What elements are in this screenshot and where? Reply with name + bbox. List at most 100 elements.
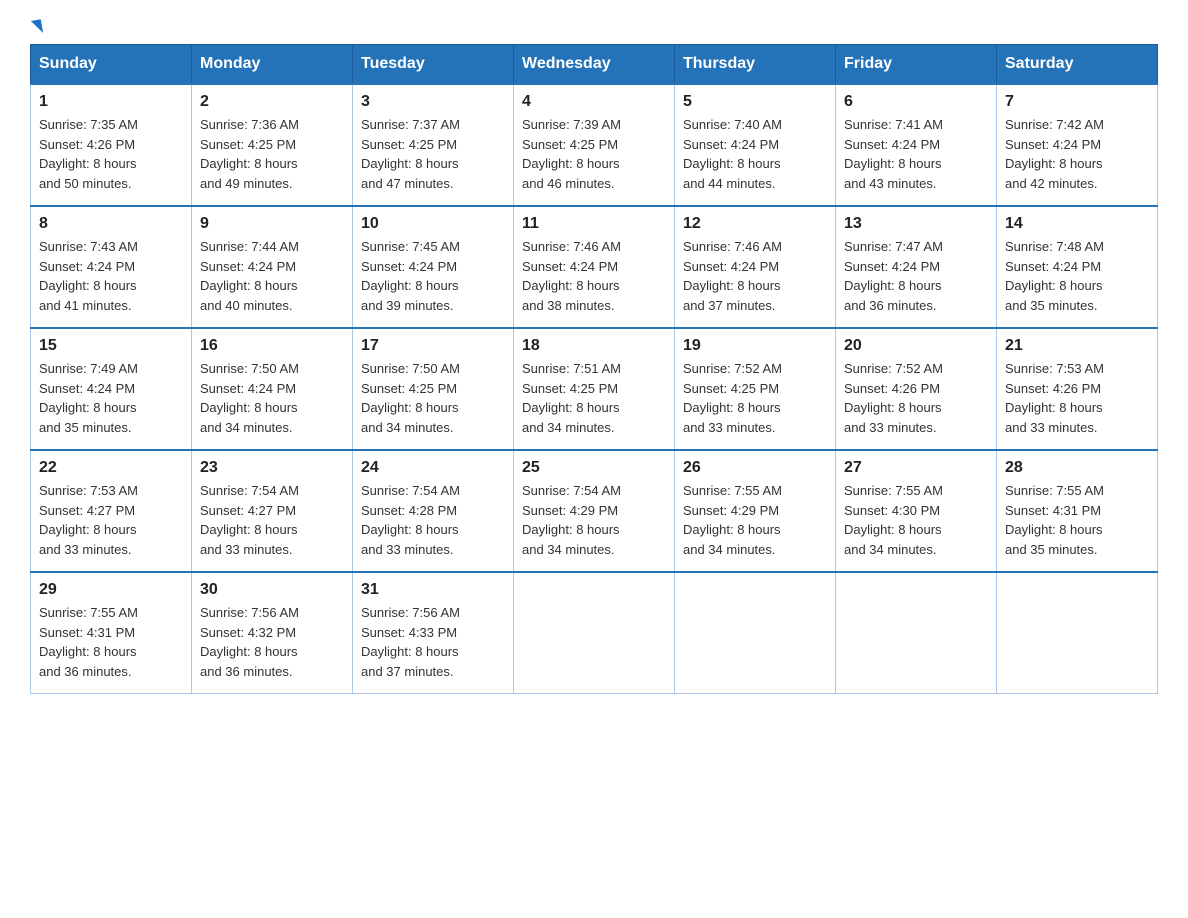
- calendar-cell: 25 Sunrise: 7:54 AMSunset: 4:29 PMDaylig…: [514, 450, 675, 572]
- day-info: Sunrise: 7:49 AMSunset: 4:24 PMDaylight:…: [39, 361, 138, 435]
- day-number: 9: [200, 215, 344, 233]
- calendar-table: SundayMondayTuesdayWednesdayThursdayFrid…: [30, 44, 1158, 694]
- day-info: Sunrise: 7:56 AMSunset: 4:33 PMDaylight:…: [361, 605, 460, 679]
- day-info: Sunrise: 7:53 AMSunset: 4:27 PMDaylight:…: [39, 483, 138, 557]
- day-info: Sunrise: 7:50 AMSunset: 4:25 PMDaylight:…: [361, 361, 460, 435]
- calendar-cell: 15 Sunrise: 7:49 AMSunset: 4:24 PMDaylig…: [31, 328, 192, 450]
- calendar-cell: 11 Sunrise: 7:46 AMSunset: 4:24 PMDaylig…: [514, 206, 675, 328]
- day-number: 16: [200, 337, 344, 355]
- calendar-cell: 12 Sunrise: 7:46 AMSunset: 4:24 PMDaylig…: [675, 206, 836, 328]
- day-number: 18: [522, 337, 666, 355]
- day-info: Sunrise: 7:54 AMSunset: 4:29 PMDaylight:…: [522, 483, 621, 557]
- day-info: Sunrise: 7:48 AMSunset: 4:24 PMDaylight:…: [1005, 239, 1104, 313]
- day-info: Sunrise: 7:45 AMSunset: 4:24 PMDaylight:…: [361, 239, 460, 313]
- day-number: 29: [39, 581, 183, 599]
- column-header-thursday: Thursday: [675, 45, 836, 85]
- calendar-cell: 8 Sunrise: 7:43 AMSunset: 4:24 PMDayligh…: [31, 206, 192, 328]
- calendar-cell: 29 Sunrise: 7:55 AMSunset: 4:31 PMDaylig…: [31, 572, 192, 694]
- day-number: 4: [522, 93, 666, 111]
- calendar-cell: 14 Sunrise: 7:48 AMSunset: 4:24 PMDaylig…: [997, 206, 1158, 328]
- calendar-cell: 13 Sunrise: 7:47 AMSunset: 4:24 PMDaylig…: [836, 206, 997, 328]
- calendar-cell: 17 Sunrise: 7:50 AMSunset: 4:25 PMDaylig…: [353, 328, 514, 450]
- day-info: Sunrise: 7:55 AMSunset: 4:30 PMDaylight:…: [844, 483, 943, 557]
- calendar-cell: 16 Sunrise: 7:50 AMSunset: 4:24 PMDaylig…: [192, 328, 353, 450]
- day-number: 21: [1005, 337, 1149, 355]
- column-header-saturday: Saturday: [997, 45, 1158, 85]
- day-number: 6: [844, 93, 988, 111]
- calendar-cell: 23 Sunrise: 7:54 AMSunset: 4:27 PMDaylig…: [192, 450, 353, 572]
- calendar-cell: 18 Sunrise: 7:51 AMSunset: 4:25 PMDaylig…: [514, 328, 675, 450]
- calendar-cell: 6 Sunrise: 7:41 AMSunset: 4:24 PMDayligh…: [836, 84, 997, 206]
- calendar-cell: 24 Sunrise: 7:54 AMSunset: 4:28 PMDaylig…: [353, 450, 514, 572]
- day-info: Sunrise: 7:55 AMSunset: 4:31 PMDaylight:…: [1005, 483, 1104, 557]
- week-row-3: 15 Sunrise: 7:49 AMSunset: 4:24 PMDaylig…: [31, 328, 1158, 450]
- column-header-tuesday: Tuesday: [353, 45, 514, 85]
- day-info: Sunrise: 7:42 AMSunset: 4:24 PMDaylight:…: [1005, 117, 1104, 191]
- day-info: Sunrise: 7:47 AMSunset: 4:24 PMDaylight:…: [844, 239, 943, 313]
- calendar-cell: 3 Sunrise: 7:37 AMSunset: 4:25 PMDayligh…: [353, 84, 514, 206]
- day-info: Sunrise: 7:36 AMSunset: 4:25 PMDaylight:…: [200, 117, 299, 191]
- day-number: 19: [683, 337, 827, 355]
- calendar-cell: 9 Sunrise: 7:44 AMSunset: 4:24 PMDayligh…: [192, 206, 353, 328]
- day-number: 28: [1005, 459, 1149, 477]
- day-info: Sunrise: 7:56 AMSunset: 4:32 PMDaylight:…: [200, 605, 299, 679]
- day-info: Sunrise: 7:35 AMSunset: 4:26 PMDaylight:…: [39, 117, 138, 191]
- day-number: 30: [200, 581, 344, 599]
- day-number: 31: [361, 581, 505, 599]
- day-info: Sunrise: 7:54 AMSunset: 4:27 PMDaylight:…: [200, 483, 299, 557]
- day-number: 7: [1005, 93, 1149, 111]
- column-header-sunday: Sunday: [31, 45, 192, 85]
- column-header-friday: Friday: [836, 45, 997, 85]
- day-number: 17: [361, 337, 505, 355]
- day-number: 2: [200, 93, 344, 111]
- day-number: 5: [683, 93, 827, 111]
- day-info: Sunrise: 7:39 AMSunset: 4:25 PMDaylight:…: [522, 117, 621, 191]
- day-number: 14: [1005, 215, 1149, 233]
- calendar-cell: 4 Sunrise: 7:39 AMSunset: 4:25 PMDayligh…: [514, 84, 675, 206]
- day-info: Sunrise: 7:54 AMSunset: 4:28 PMDaylight:…: [361, 483, 460, 557]
- day-info: Sunrise: 7:37 AMSunset: 4:25 PMDaylight:…: [361, 117, 460, 191]
- calendar-cell: 1 Sunrise: 7:35 AMSunset: 4:26 PMDayligh…: [31, 84, 192, 206]
- day-info: Sunrise: 7:50 AMSunset: 4:24 PMDaylight:…: [200, 361, 299, 435]
- logo: [30, 20, 42, 34]
- calendar-cell: 22 Sunrise: 7:53 AMSunset: 4:27 PMDaylig…: [31, 450, 192, 572]
- calendar-cell: [514, 572, 675, 694]
- calendar-cell: 28 Sunrise: 7:55 AMSunset: 4:31 PMDaylig…: [997, 450, 1158, 572]
- calendar-cell: 19 Sunrise: 7:52 AMSunset: 4:25 PMDaylig…: [675, 328, 836, 450]
- calendar-cell: [675, 572, 836, 694]
- day-number: 27: [844, 459, 988, 477]
- day-info: Sunrise: 7:52 AMSunset: 4:25 PMDaylight:…: [683, 361, 782, 435]
- day-number: 26: [683, 459, 827, 477]
- day-info: Sunrise: 7:46 AMSunset: 4:24 PMDaylight:…: [683, 239, 782, 313]
- day-number: 25: [522, 459, 666, 477]
- column-header-monday: Monday: [192, 45, 353, 85]
- calendar-cell: 5 Sunrise: 7:40 AMSunset: 4:24 PMDayligh…: [675, 84, 836, 206]
- day-info: Sunrise: 7:40 AMSunset: 4:24 PMDaylight:…: [683, 117, 782, 191]
- day-info: Sunrise: 7:51 AMSunset: 4:25 PMDaylight:…: [522, 361, 621, 435]
- day-info: Sunrise: 7:46 AMSunset: 4:24 PMDaylight:…: [522, 239, 621, 313]
- week-row-1: 1 Sunrise: 7:35 AMSunset: 4:26 PMDayligh…: [31, 84, 1158, 206]
- week-row-4: 22 Sunrise: 7:53 AMSunset: 4:27 PMDaylig…: [31, 450, 1158, 572]
- calendar-cell: 2 Sunrise: 7:36 AMSunset: 4:25 PMDayligh…: [192, 84, 353, 206]
- calendar-header-row: SundayMondayTuesdayWednesdayThursdayFrid…: [31, 45, 1158, 85]
- day-number: 24: [361, 459, 505, 477]
- calendar-cell: 21 Sunrise: 7:53 AMSunset: 4:26 PMDaylig…: [997, 328, 1158, 450]
- day-number: 13: [844, 215, 988, 233]
- day-number: 15: [39, 337, 183, 355]
- calendar-cell: 20 Sunrise: 7:52 AMSunset: 4:26 PMDaylig…: [836, 328, 997, 450]
- day-number: 11: [522, 215, 666, 233]
- calendar-cell: 26 Sunrise: 7:55 AMSunset: 4:29 PMDaylig…: [675, 450, 836, 572]
- day-info: Sunrise: 7:53 AMSunset: 4:26 PMDaylight:…: [1005, 361, 1104, 435]
- day-number: 1: [39, 93, 183, 111]
- calendar-cell: 7 Sunrise: 7:42 AMSunset: 4:24 PMDayligh…: [997, 84, 1158, 206]
- day-number: 3: [361, 93, 505, 111]
- day-number: 23: [200, 459, 344, 477]
- calendar-cell: [997, 572, 1158, 694]
- day-number: 12: [683, 215, 827, 233]
- day-info: Sunrise: 7:43 AMSunset: 4:24 PMDaylight:…: [39, 239, 138, 313]
- day-info: Sunrise: 7:44 AMSunset: 4:24 PMDaylight:…: [200, 239, 299, 313]
- day-number: 8: [39, 215, 183, 233]
- calendar-cell: 27 Sunrise: 7:55 AMSunset: 4:30 PMDaylig…: [836, 450, 997, 572]
- day-number: 22: [39, 459, 183, 477]
- calendar-cell: 31 Sunrise: 7:56 AMSunset: 4:33 PMDaylig…: [353, 572, 514, 694]
